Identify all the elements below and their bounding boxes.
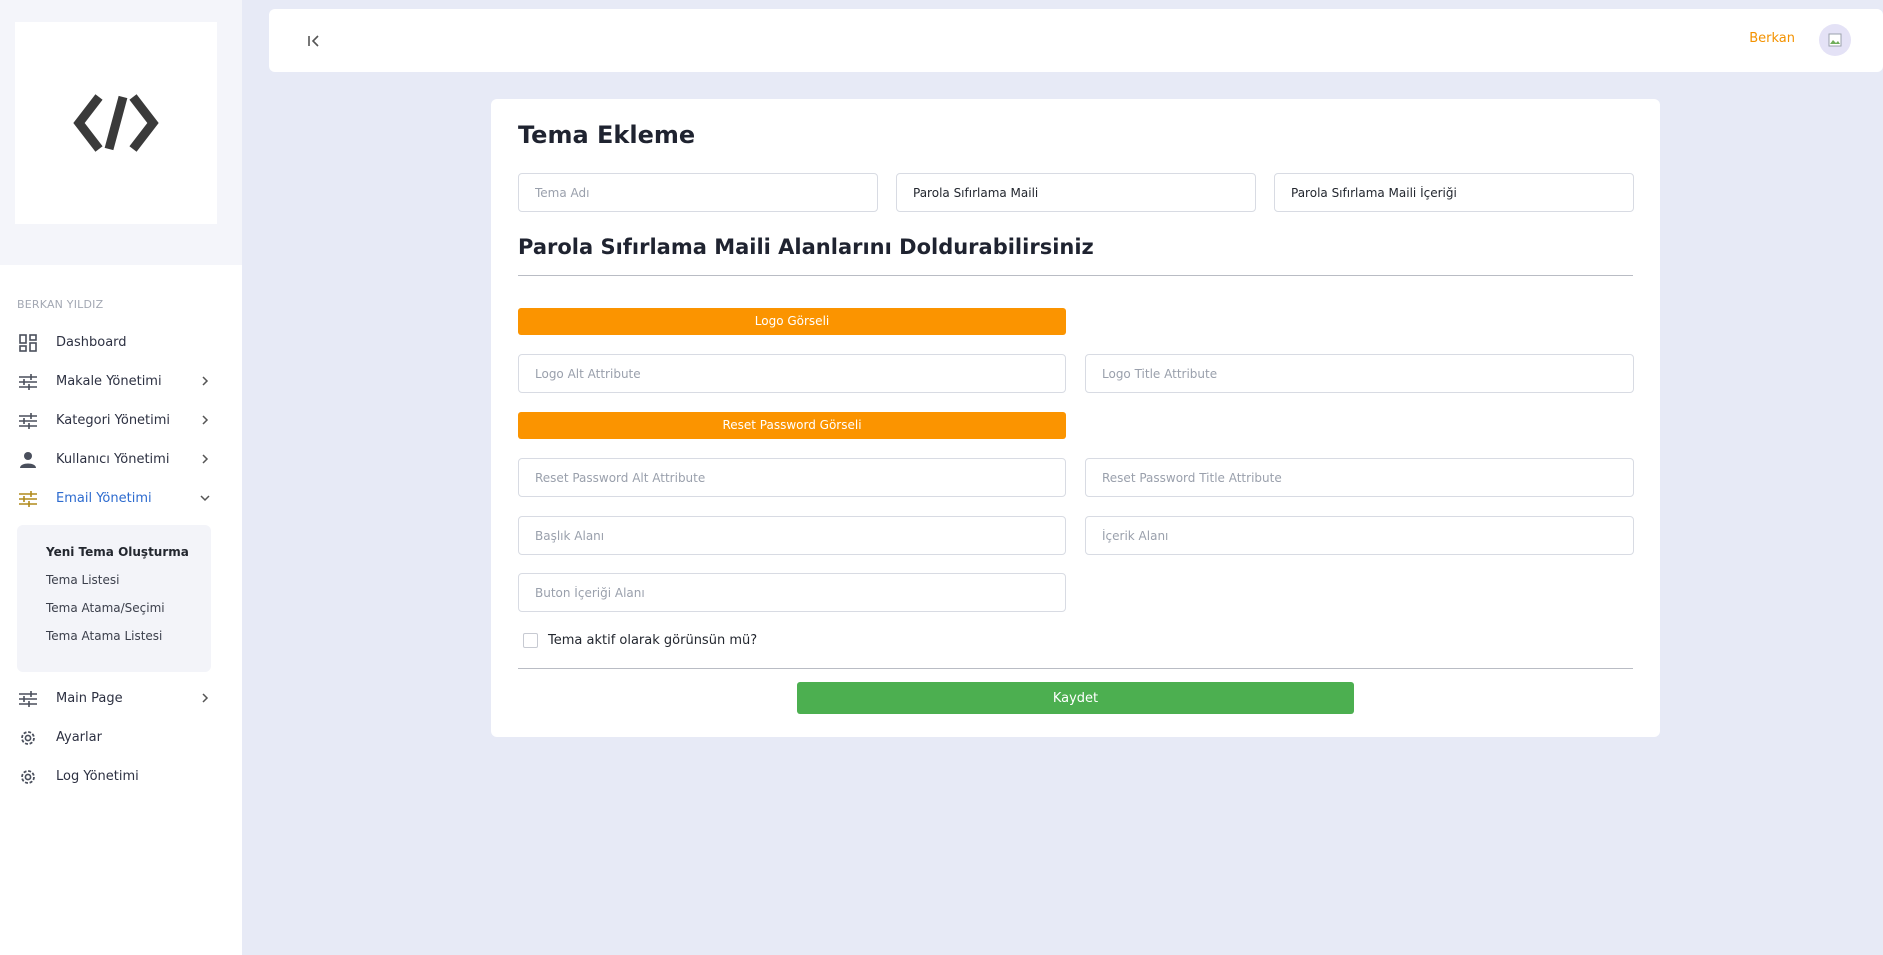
sidebar-item-kullanici[interactable]: Kullanıcı Yönetimi (0, 440, 242, 479)
button-content-input[interactable] (518, 573, 1066, 612)
tune-icon (18, 372, 38, 392)
user-name[interactable]: Berkan (1749, 31, 1795, 46)
content-input[interactable] (1085, 516, 1634, 555)
logo-area (0, 0, 242, 265)
logo-title-input[interactable] (1085, 354, 1634, 393)
code-logo-icon (73, 94, 159, 152)
heading-input[interactable] (518, 516, 1066, 555)
submenu-item-theme-list[interactable]: Tema Listesi (46, 571, 211, 599)
page-title: Tema Ekleme (518, 121, 696, 149)
tune-icon (18, 411, 38, 431)
section-title: Parola Sıfırlama Maili Alanlarını Doldur… (518, 235, 1094, 259)
submenu-item-new-theme[interactable]: Yeni Tema Oluşturma (46, 543, 211, 571)
broken-image-icon (1828, 33, 1842, 47)
dashboard-icon (18, 333, 38, 353)
sidebar-item-makale[interactable]: Makale Yönetimi (0, 362, 242, 401)
chevron-right-icon (202, 454, 209, 464)
chevron-right-icon (202, 693, 209, 703)
sidebar-item-email[interactable]: Email Yönetimi (0, 479, 242, 518)
avatar[interactable] (1819, 24, 1851, 56)
submenu-item-theme-assign[interactable]: Tema Atama/Seçimi (46, 599, 211, 627)
active-checkbox[interactable] (523, 633, 538, 648)
reset-password-image-button[interactable]: Reset Password Görseli (518, 412, 1066, 439)
sidebar-item-ayarlar[interactable]: Ayarlar (0, 718, 242, 757)
reset-password-alt-input[interactable] (518, 458, 1066, 497)
sidebar-item-main-page[interactable]: Main Page (0, 679, 242, 718)
theme-name-input[interactable] (518, 173, 878, 212)
sidebar-item-label: Kategori Yönetimi (56, 413, 171, 428)
submenu-item-theme-assign-list[interactable]: Tema Atama Listesi (46, 627, 211, 655)
sidebar-nav-secondary: Main Page Ayarlar Log Yönetimi (0, 679, 242, 796)
sidebar-item-label: Kullanıcı Yönetimi (56, 452, 170, 467)
tune-icon (18, 689, 38, 709)
logo-image-button[interactable]: Logo Görseli (518, 308, 1066, 335)
sidebar-item-kategori[interactable]: Kategori Yönetimi (0, 401, 242, 440)
sidebar-item-label: Makale Yönetimi (56, 374, 162, 389)
collapse-sidebar-icon[interactable] (304, 31, 324, 51)
chevron-right-icon (202, 376, 209, 386)
app-logo[interactable] (15, 22, 217, 224)
theme-form-card: Tema Ekleme Parola Sıfırlama Maili Alanl… (491, 99, 1660, 737)
tune-icon (18, 489, 38, 509)
topbar: Berkan (269, 9, 1883, 72)
divider (518, 668, 1633, 669)
sidebar-item-label: Main Page (56, 691, 123, 706)
sidebar-nav: Dashboard Makale Yönetimi Kategori Yönet… (0, 323, 242, 518)
active-checkbox-label[interactable]: Tema aktif olarak görünsün mü? (548, 633, 757, 648)
gear-icon (18, 767, 38, 787)
active-checkbox-row: Tema aktif olarak görünsün mü? (523, 633, 757, 648)
mail-content-select[interactable] (1274, 173, 1634, 212)
sidebar-user-section-title: BERKAN YILDIZ (17, 298, 104, 311)
sidebar-item-label: Dashboard (56, 335, 127, 350)
save-button[interactable]: Kaydet (797, 682, 1354, 714)
sidebar: BERKAN YILDIZ Dashboard Makale Yönetimi … (0, 0, 242, 955)
sidebar-item-dashboard[interactable]: Dashboard (0, 323, 242, 362)
chevron-right-icon (202, 415, 209, 425)
person-icon (18, 450, 38, 470)
sidebar-item-label: Email Yönetimi (56, 491, 152, 506)
divider (518, 275, 1633, 276)
sidebar-item-label: Ayarlar (56, 730, 102, 745)
gear-icon (18, 728, 38, 748)
sidebar-item-log[interactable]: Log Yönetimi (0, 757, 242, 796)
chevron-down-icon (200, 495, 210, 502)
mail-type-select[interactable] (896, 173, 1256, 212)
sidebar-item-label: Log Yönetimi (56, 769, 139, 784)
reset-password-title-input[interactable] (1085, 458, 1634, 497)
logo-alt-input[interactable] (518, 354, 1066, 393)
email-submenu: Yeni Tema Oluşturma Tema Listesi Tema At… (17, 525, 211, 672)
